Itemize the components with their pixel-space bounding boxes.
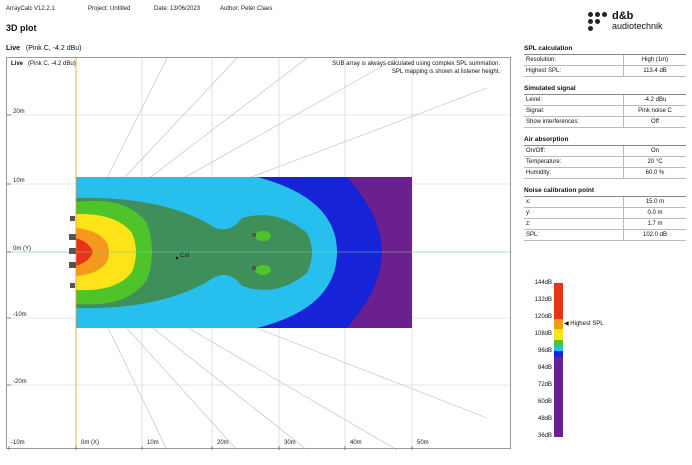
- y-tick: -20m: [13, 379, 27, 385]
- table-row: SPL: 102.0 dB: [524, 230, 686, 241]
- live-bar: Live (Pink C, -4.2 dBu): [6, 45, 514, 52]
- legend-tick: 108dB: [534, 331, 552, 337]
- x-tick: 20m: [217, 440, 229, 446]
- simulated-signal-section: Simulated signal Level: -4.2 dBu Signal: P…: [524, 85, 686, 128]
- table-row: Temperature: 20 °C: [524, 157, 686, 168]
- y-tick: 0m (Y): [13, 246, 31, 252]
- x-tick: 10m: [147, 440, 159, 446]
- settings-panel: SPL calculation Resolution: High (1m) Hig…: [524, 45, 686, 249]
- table-row: z: 1.7 m: [524, 219, 686, 230]
- app-version: ArrayCalc V12.2.1: [6, 6, 55, 12]
- section-title: SPL calculation: [524, 45, 686, 55]
- note-sub-array: SUB array is always calculated using com…: [332, 61, 500, 67]
- y-tick: 10m: [13, 178, 25, 184]
- author-name: Author: Peter Claes: [220, 6, 273, 12]
- section-title: Noise calibration point: [524, 187, 686, 197]
- spl-calculation-section: SPL calculation Resolution: High (1m) Hig…: [524, 45, 686, 77]
- table-row: Show interferences: Off: [524, 117, 686, 128]
- y-tick: 20m: [13, 109, 25, 115]
- spl-color-legend: 144dB 132dB 120dB 108dB 96dB 84dB 72dB 6…: [524, 280, 624, 439]
- legend-tick: 96dB: [537, 348, 552, 354]
- spl-map: [7, 58, 512, 450]
- table-row: x: 15.0 m: [524, 197, 686, 208]
- x-tick: -10m: [11, 440, 25, 446]
- report-date: Date: 13/06/2023: [154, 6, 201, 12]
- cal-point-icon: [175, 256, 179, 260]
- spl-spot-upper: [255, 231, 271, 241]
- x-tick: 30m: [284, 440, 296, 446]
- legend-tick: 60dB: [537, 399, 552, 405]
- logo-dots-icon: [588, 12, 608, 31]
- legend-tick: 120dB: [534, 314, 552, 320]
- table-row: y: 0.0 m: [524, 208, 686, 219]
- y-tick: -10m: [13, 312, 27, 318]
- x-tick: 0m (X): [81, 440, 99, 446]
- legend-tick: 36dB: [537, 433, 552, 439]
- x-tick: 40m: [350, 440, 362, 446]
- legend-color-bar: [554, 283, 563, 437]
- noise-calibration-section: Noise calibration point x: 15.0 m y: 0.0 m…: [524, 187, 686, 241]
- table-row: On/Off: On: [524, 146, 686, 157]
- table-row: Resolution: High (1m): [524, 55, 686, 66]
- table-row: Humidity: 60.0 %: [524, 168, 686, 179]
- page-title: 3D plot: [6, 23, 37, 33]
- brand-logo: d&b audiotechnik: [588, 10, 684, 32]
- legend-tick: 144dB: [534, 280, 552, 286]
- legend-tick: 84dB: [537, 365, 552, 371]
- project-name: Project: Untitled: [88, 6, 131, 12]
- table-row: Signal: Pink noise C: [524, 106, 686, 117]
- live-label: Live: [6, 45, 21, 52]
- legend-tick: 72dB: [537, 382, 552, 388]
- air-absorption-section: Air absorption On/Off: On Temperature: 20 …: [524, 136, 686, 179]
- cal-label: Cal: [180, 253, 190, 259]
- legend-tick: 48dB: [537, 416, 552, 422]
- legend-tick: 132dB: [534, 297, 552, 303]
- plot-notes: SUB array is always calculated using com…: [332, 60, 500, 76]
- x-tick: 50m: [417, 440, 429, 446]
- table-row: Highest SPL: 113.4 dB: [524, 66, 686, 77]
- table-row: Level: -4.2 dBu: [524, 95, 686, 106]
- highest-spl-marker: ◀ Highest SPL: [564, 321, 604, 327]
- live-signal: (Pink C, -4.2 dBu): [25, 45, 82, 52]
- spl-spot-lower: [255, 265, 271, 275]
- logo-line2: audiotechnik: [612, 21, 663, 31]
- spl-plot[interactable]: Live (Pink C, -4.2 dBu) SUB array is alw…: [6, 57, 512, 450]
- plot-live-label: Live (Pink C, -4.2 dBu): [11, 61, 76, 67]
- section-title: Air absorption: [524, 136, 686, 146]
- note-spl-mapping: SPL mapping is shown at listener height.: [391, 69, 500, 75]
- section-title: Simulated signal: [524, 85, 686, 95]
